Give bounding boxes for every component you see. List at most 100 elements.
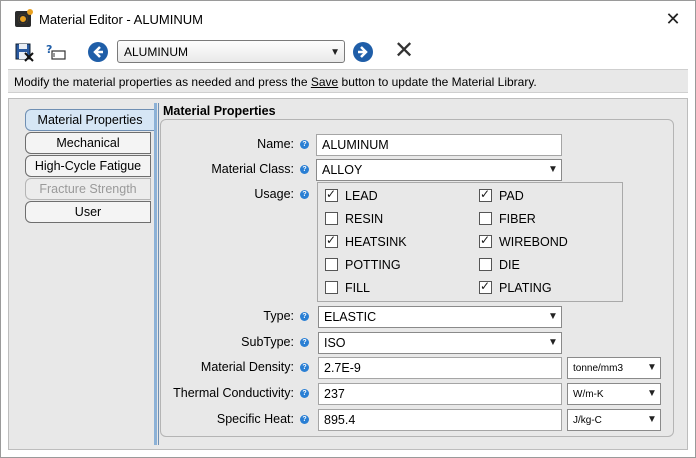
usage-lead-label: LEAD <box>345 189 378 203</box>
usage-heatsink-checkbox[interactable]: HEATSINK <box>325 233 407 251</box>
heat-label: Specific Heat:? <box>29 412 309 426</box>
usage-fill-label: FILL <box>345 281 371 295</box>
checkbox-checked[interactable] <box>479 233 492 248</box>
close-x-icon[interactable]: ✕ <box>394 38 414 64</box>
chevron-down-icon: ▼ <box>548 311 558 322</box>
checkbox-unchecked[interactable] <box>325 281 338 294</box>
usage-wirebond-label: WIREBOND <box>499 235 568 249</box>
usage-plating-checkbox[interactable]: PLATING <box>479 279 552 297</box>
chevron-down-icon: ▼ <box>647 362 657 373</box>
usage-pad-checkbox[interactable]: PAD <box>479 187 524 205</box>
chevron-down-icon: ▼ <box>647 414 657 425</box>
material-select[interactable]: ALUMINUM ▼ <box>117 40 345 63</box>
chevron-down-icon: ▼ <box>548 337 558 348</box>
checkbox-checked[interactable] <box>479 187 492 202</box>
checkbox-unchecked[interactable] <box>479 212 492 225</box>
usage-pad-label: PAD <box>499 189 524 203</box>
usage-fiber-label: FIBER <box>499 212 536 226</box>
window-title: Material Editor - ALUMINUM <box>39 12 203 27</box>
checkbox-checked[interactable] <box>325 187 338 202</box>
usage-lead-checkbox[interactable]: LEAD <box>325 187 378 205</box>
usage-die-label: DIE <box>499 258 520 272</box>
heat-input[interactable]: 895.4 <box>318 409 562 431</box>
main-area: Material Properties Mechanical High-Cycl… <box>8 98 688 450</box>
usage-resin-label: RESIN <box>345 212 384 226</box>
chevron-down-icon: ▼ <box>330 47 340 58</box>
conductivity-unit-select[interactable]: W/m-K ▼ <box>567 383 661 405</box>
material-class-select[interactable]: ALLOY ▼ <box>316 159 562 181</box>
type-value: ELASTIC <box>324 310 377 324</box>
usage-resin-checkbox[interactable]: RESIN <box>325 212 383 228</box>
usage-label: Usage:? <box>29 187 309 201</box>
help-icon[interactable]: ? <box>300 190 309 199</box>
usage-heatsink-label: HEATSINK <box>345 235 407 249</box>
subtype-select[interactable]: ISO ▼ <box>318 332 562 354</box>
checkbox-checked[interactable] <box>325 233 338 248</box>
usage-label-text: Usage: <box>254 187 294 201</box>
toolbar: ? ALUMINUM ▼ ✕ <box>1 37 695 67</box>
type-select[interactable]: ELASTIC ▼ <box>318 306 562 328</box>
name-input[interactable]: ALUMINUM <box>316 134 562 156</box>
conductivity-label: Thermal Conductivity:? <box>29 386 309 400</box>
material-select-value: ALUMINUM <box>124 45 189 59</box>
usage-fiber-checkbox[interactable]: FIBER <box>479 212 536 228</box>
chevron-down-icon: ▼ <box>647 388 657 399</box>
heat-label-text: Specific Heat: <box>216 412 294 426</box>
tab-material-properties[interactable]: Material Properties <box>25 109 155 131</box>
help-icon[interactable]: ? <box>300 312 309 321</box>
instruction-before: Modify the material properties as needed… <box>14 75 311 89</box>
type-label: Type:? <box>29 309 309 323</box>
subtype-value: ISO <box>324 336 346 350</box>
class-label-text: Material Class: <box>211 162 294 176</box>
help-icon[interactable]: ? <box>300 338 309 347</box>
name-label-text: Name: <box>257 137 294 151</box>
help-icon[interactable]: ? <box>300 363 309 372</box>
usage-die-checkbox[interactable]: DIE <box>479 258 520 274</box>
instruction-text: Modify the material properties as needed… <box>14 75 537 89</box>
instruction-after: button to update the Material Library. <box>338 75 537 89</box>
density-input[interactable]: 2.7E-9 <box>318 357 562 379</box>
usage-wirebond-checkbox[interactable]: WIREBOND <box>479 233 568 251</box>
help-icon[interactable]: ? <box>300 165 309 174</box>
conductivity-unit-value: W/m-K <box>573 389 604 400</box>
instruction-bar: Modify the material properties as needed… <box>8 69 688 93</box>
window-close-button[interactable]: ✕ <box>661 7 685 31</box>
help-icon[interactable]: ? <box>300 415 309 424</box>
material-editor-window: Material Editor - ALUMINUM ✕ ? ALUMINUM … <box>0 0 696 458</box>
usage-group: LEAD PAD RESIN FIBER HEATSINK WIREBOND P… <box>317 182 623 302</box>
checkbox-checked[interactable] <box>479 279 492 294</box>
usage-plating-label: PLATING <box>499 281 552 295</box>
checkbox-unchecked[interactable] <box>479 258 492 271</box>
checkbox-unchecked[interactable] <box>325 258 338 271</box>
checkbox-unchecked[interactable] <box>325 212 338 225</box>
density-unit-select[interactable]: tonne/mm3 ▼ <box>567 357 661 379</box>
usage-fill-checkbox[interactable]: FILL <box>325 281 370 297</box>
name-label: Name:? <box>29 137 309 151</box>
subtype-label-text: SubType: <box>241 335 294 349</box>
back-arrow-icon[interactable] <box>88 42 108 62</box>
chevron-down-icon: ▼ <box>548 164 558 175</box>
density-label-text: Material Density: <box>200 360 294 374</box>
save-link[interactable]: Save <box>311 75 338 89</box>
conductivity-input[interactable]: 237 <box>318 383 562 405</box>
class-label: Material Class:? <box>29 162 309 176</box>
panel-title: Material Properties <box>163 104 276 118</box>
heat-unit-value: J/kg-C <box>573 415 602 426</box>
density-unit-value: tonne/mm3 <box>573 363 624 374</box>
density-label: Material Density:? <box>29 360 309 374</box>
title-bar: Material Editor - ALUMINUM ✕ <box>1 1 695 37</box>
forward-arrow-icon[interactable] <box>353 42 373 62</box>
heat-unit-select[interactable]: J/kg-C ▼ <box>567 409 661 431</box>
type-label-text: Type: <box>263 309 294 323</box>
material-class-value: ALLOY <box>322 163 363 177</box>
tab-user[interactable]: User <box>25 201 151 223</box>
subtype-label: SubType:? <box>29 335 309 349</box>
help-icon[interactable]: ? <box>300 140 309 149</box>
conductivity-label-text: Thermal Conductivity: <box>173 386 294 400</box>
usage-potting-checkbox[interactable]: POTTING <box>325 258 401 274</box>
save-icon[interactable] <box>14 41 36 63</box>
help-icon[interactable]: ? <box>300 389 309 398</box>
app-gear-icon <box>15 9 33 27</box>
usage-potting-label: POTTING <box>345 258 401 272</box>
rename-icon[interactable]: ? <box>45 41 67 63</box>
